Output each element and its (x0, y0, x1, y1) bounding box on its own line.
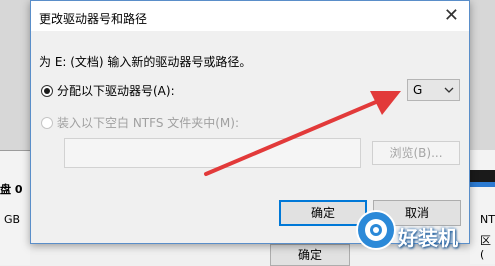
watermark-text: 好装机 (398, 226, 458, 250)
watermark-logo (356, 210, 396, 250)
